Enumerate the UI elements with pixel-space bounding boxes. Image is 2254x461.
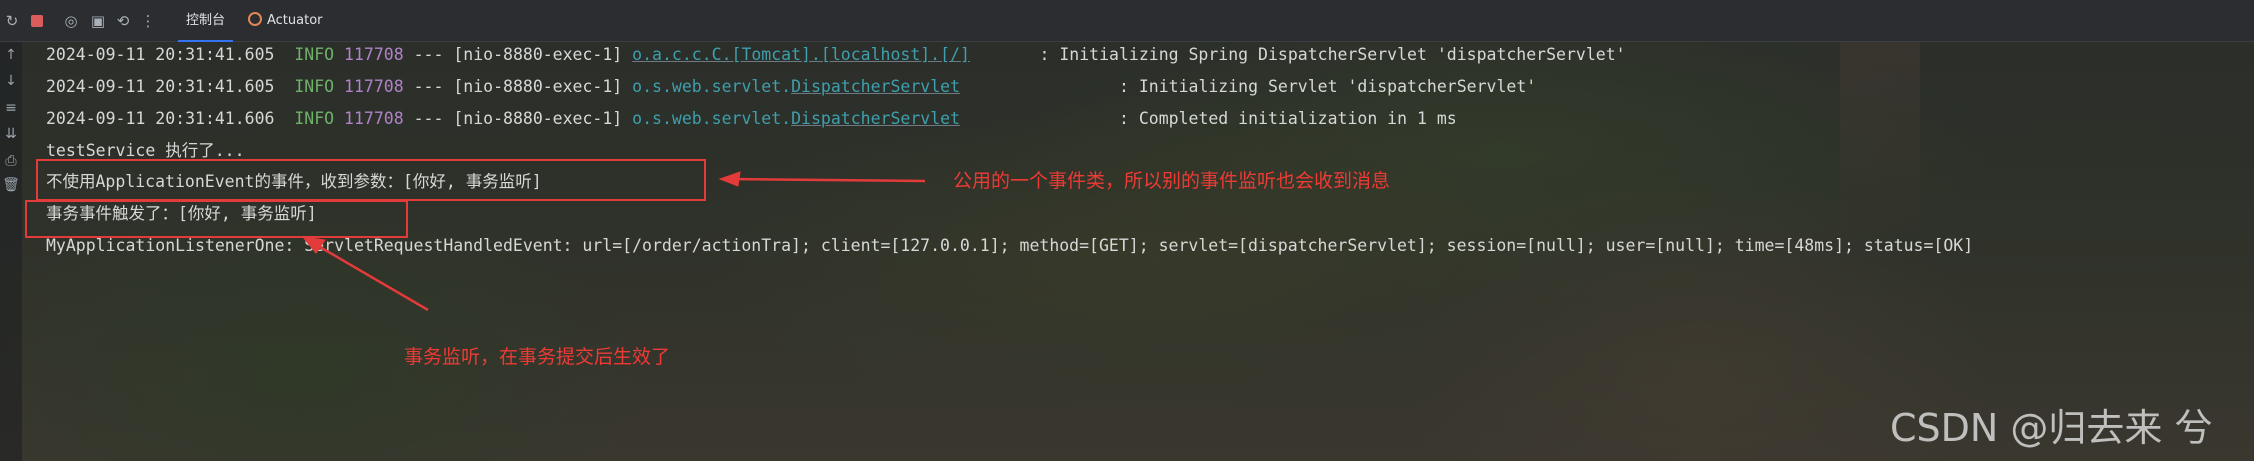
annotation-note-bottom: 事务监听，在事务提交后生效了: [404, 346, 671, 368]
annotation-note-top: 公用的一个事件类，所以别的事件监听也会收到消息: [953, 170, 1391, 192]
arrow-line-top: [729, 177, 926, 183]
arrow-head-top: [718, 171, 741, 187]
arrow-head-bottom: [301, 236, 326, 254]
watermark: CSDN @归去来 兮: [1890, 406, 2213, 450]
annotation-arrows: [301, 171, 926, 312]
arrow-line-bottom: [319, 245, 429, 312]
